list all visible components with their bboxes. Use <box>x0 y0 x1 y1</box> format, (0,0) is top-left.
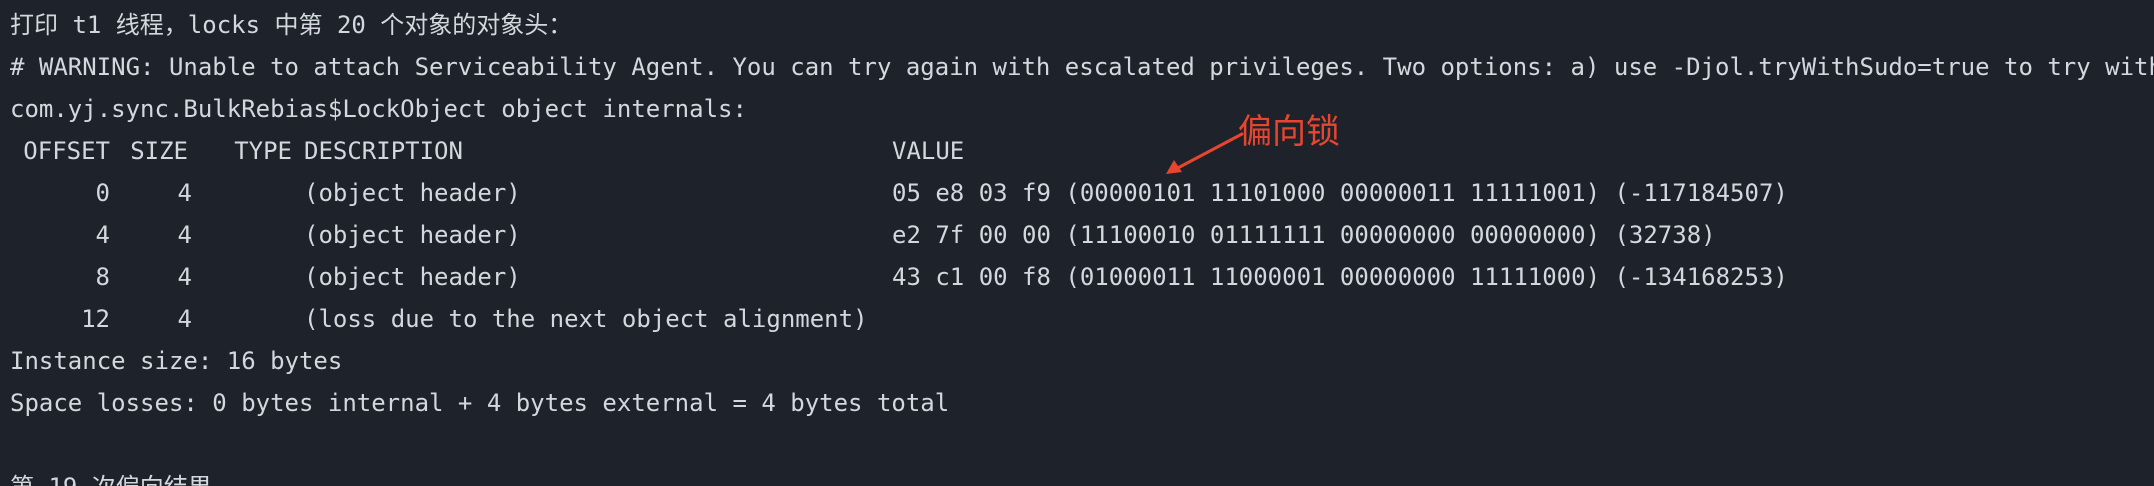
class-internals-line: com.yj.sync.BulkRebias$LockObject object… <box>10 95 747 123</box>
header-size: SIZE <box>130 137 188 165</box>
row-3-size: 4 <box>177 305 192 333</box>
terminal-output: 打印 t1 线程，locks 中第 20 个对象的对象头： # WARNING:… <box>0 0 2154 486</box>
output-heading: 打印 t1 线程，locks 中第 20 个对象的对象头： <box>10 11 573 39</box>
row-2-value: 43 c1 00 f8 (01000011 11000001 00000000 … <box>892 263 1788 291</box>
header-value: VALUE <box>892 137 965 165</box>
row-0-description: (object header) <box>304 179 521 207</box>
biased-lock-annotation: 偏向锁 <box>1238 112 1340 152</box>
row-2-description: (object header) <box>304 263 521 291</box>
space-losses-line: Space losses: 0 bytes internal + 4 bytes… <box>10 389 950 417</box>
row-0-size: 4 <box>177 179 192 207</box>
row-2-size: 4 <box>177 263 192 291</box>
next-heading-line: 第 19 次偏向结果 <box>10 466 212 486</box>
instance-size-line: Instance size: 16 bytes <box>10 347 343 375</box>
row-1-size: 4 <box>177 221 192 249</box>
row-3-description: (loss due to the next object alignment) <box>304 305 868 333</box>
row-1-description: (object header) <box>304 221 521 249</box>
warning-line: # WARNING: Unable to attach Serviceabili… <box>10 53 2154 81</box>
row-1-value: e2 7f 00 00 (11100010 01111111 00000000 … <box>892 221 1716 249</box>
header-type: TYPE <box>234 137 292 165</box>
header-description: DESCRIPTION <box>304 137 463 165</box>
annotation-arrow-icon <box>1166 132 1244 174</box>
row-0-value: 05 e8 03 f9 (00000101 11101000 00000011 … <box>892 179 1788 207</box>
